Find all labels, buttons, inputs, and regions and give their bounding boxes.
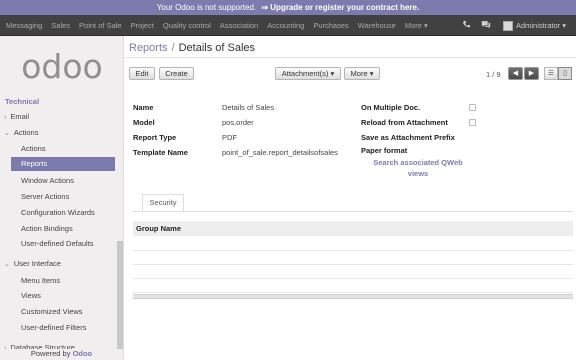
attachments-dropdown[interactable]: Attachment(s) ▾	[275, 67, 341, 80]
more-dropdown[interactable]: More ▾	[344, 67, 380, 80]
powered-by: Powered by Odoo	[0, 349, 123, 358]
tab-security[interactable]: Security	[142, 194, 184, 211]
powered-by-brand[interactable]: Odoo	[73, 349, 93, 358]
sidebar-item-actions-list[interactable]: Actions	[21, 144, 46, 153]
sidebar-item-customized-views[interactable]: Customized Views	[21, 307, 83, 316]
upgrade-link[interactable]: ⇒ Upgrade or register your contract here…	[261, 3, 419, 12]
name-label: Name	[133, 103, 154, 112]
menu-warehouse[interactable]: Warehouse	[358, 15, 396, 36]
menu-project[interactable]: Project	[131, 15, 154, 36]
menu-messaging[interactable]: Messaging	[6, 15, 42, 36]
menu-association[interactable]: Association	[220, 15, 258, 36]
table-row	[133, 278, 573, 279]
sidebar-item-views[interactable]: Views	[21, 291, 41, 300]
odoo-logo[interactable]: odoo	[12, 49, 112, 85]
chevron-right-icon: ›	[4, 114, 7, 121]
sidebar-item-server-actions[interactable]: Server Actions	[21, 192, 69, 201]
menu-accounting[interactable]: Accounting	[267, 15, 304, 36]
on-multiple-doc-label: On Multiple Doc.	[361, 103, 421, 112]
sidebar-scrollbar[interactable]	[117, 241, 123, 351]
main-content: Reports / Details of Sales Edit Create Att…	[124, 36, 576, 360]
previous-record-button[interactable]: ◀	[508, 67, 523, 80]
chevron-down-icon: ⌄	[4, 261, 10, 268]
name-value: Details of Sales	[222, 103, 275, 112]
tab-divider	[133, 211, 573, 212]
powered-by-label: Powered by	[30, 349, 71, 358]
chevron-down-icon: ⌄	[4, 130, 10, 137]
form-icon: ▯	[563, 70, 567, 77]
menu-sales[interactable]: Sales	[51, 15, 70, 36]
table-row	[133, 292, 573, 293]
edit-button[interactable]: Edit	[129, 67, 155, 80]
arrow-left-icon: ◀	[512, 70, 519, 77]
menu-more[interactable]: More ▾	[405, 15, 428, 36]
sidebar-item-user-defined-filters[interactable]: User-defined Filters	[21, 323, 86, 332]
breadcrumb: Reports / Details of Sales	[129, 42, 255, 54]
reload-from-attachment-checkbox[interactable]	[469, 119, 476, 126]
sidebar-item-configuration-wizards[interactable]: Configuration Wizards	[21, 208, 95, 217]
top-navbar: Messaging Sales Point of Sale Project Qu…	[0, 15, 576, 36]
breadcrumb-reports[interactable]: Reports	[129, 42, 168, 54]
group-name-column-header[interactable]: Group Name	[133, 221, 573, 236]
page-title: Details of Sales	[178, 42, 256, 54]
top-menu: Messaging Sales Point of Sale Project Qu…	[6, 15, 437, 36]
create-button[interactable]: Create	[159, 67, 194, 80]
next-record-button[interactable]: ▶	[524, 67, 539, 80]
sidebar-item-actions[interactable]: ⌄ Actions	[4, 128, 38, 137]
grid-footer	[133, 294, 573, 299]
sidebar: odoo Technical › Email ⌄ Actions Actions R…	[0, 36, 124, 360]
user-avatar[interactable]	[502, 20, 513, 31]
attachment-prefix-label: Save as Attachment Prefix	[361, 133, 455, 142]
report-type-value: PDF	[222, 133, 237, 142]
model-value: pos.order	[222, 118, 254, 127]
arrow-right-icon: ▶	[528, 70, 535, 77]
sidebar-item-window-actions[interactable]: Window Actions	[21, 176, 74, 185]
template-name-label: Template Name	[133, 148, 188, 157]
list-icon: ☰	[547, 70, 555, 77]
sidebar-item-reports[interactable]: Reports	[11, 157, 115, 171]
on-multiple-doc-checkbox[interactable]	[469, 104, 476, 111]
table-row	[133, 250, 573, 251]
breadcrumb-separator: /	[171, 42, 175, 54]
pager-value: 1 / 9	[486, 70, 501, 79]
template-name-value: point_of_sale.report_detailsofsales	[222, 148, 338, 157]
sidebar-item-email[interactable]: › Email	[4, 112, 29, 121]
unsupported-banner: Your Odoo is not supported. ⇒ Upgrade or…	[0, 0, 576, 15]
reload-from-attachment-label: Reload from Attachment	[361, 118, 448, 127]
banner-text: Your Odoo is not supported.	[156, 3, 257, 12]
sidebar-item-menu-items[interactable]: Menu Items	[21, 276, 60, 285]
sidebar-item-label: User Interface	[13, 259, 61, 268]
report-type-label: Report Type	[133, 133, 177, 142]
table-row	[133, 264, 573, 265]
form-view-button[interactable]: ▯	[558, 67, 572, 80]
sidebar-item-label: Actions	[13, 128, 39, 137]
user-area: Administrator ▾	[452, 15, 566, 36]
phone-icon[interactable]	[462, 20, 471, 31]
logo-text: odoo	[21, 49, 103, 85]
menu-purchases[interactable]: Purchases	[313, 15, 348, 36]
list-view-button[interactable]: ☰	[544, 67, 558, 80]
paper-format-label: Paper format	[361, 146, 408, 155]
sidebar-item-user-defined-defaults[interactable]: User-defined Defaults	[21, 239, 94, 248]
sidebar-item-user-interface[interactable]: ⌄ User Interface	[4, 259, 61, 268]
search-qweb-views-link[interactable]: Search associated QWeb views	[364, 157, 472, 179]
sidebar-section-technical: Technical	[5, 97, 40, 106]
chat-icon[interactable]	[481, 20, 491, 31]
model-label: Model	[133, 118, 155, 127]
header-divider	[124, 57, 576, 58]
menu-quality-control[interactable]: Quality control	[163, 15, 211, 36]
user-menu[interactable]: Administrator ▾	[516, 21, 566, 30]
sidebar-item-action-bindings[interactable]: Action Bindings	[21, 224, 73, 233]
menu-point-of-sale[interactable]: Point of Sale	[79, 15, 122, 36]
sidebar-item-label: Email	[10, 112, 30, 121]
